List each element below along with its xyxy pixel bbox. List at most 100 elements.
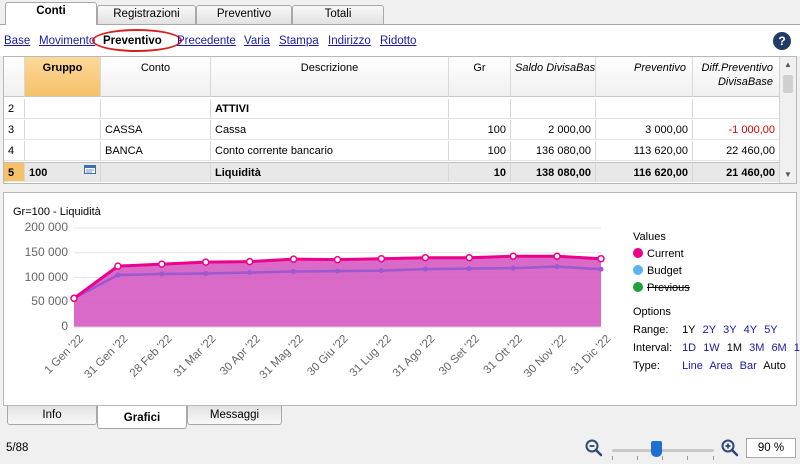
tab-registrazioni[interactable]: Registrazioni (97, 5, 196, 24)
type-option-auto[interactable]: Auto (763, 360, 786, 372)
cell-conto[interactable]: BANCA (101, 141, 211, 161)
data-point-current (377, 254, 386, 263)
scroll-down-icon[interactable]: ▼ (780, 167, 796, 183)
col-header-descrizione[interactable]: Descrizione (211, 57, 449, 97)
col-header-gruppo[interactable]: Gruppo (25, 57, 101, 97)
interval-option-1y[interactable]: 1Y (794, 342, 800, 354)
view-link-indirizzo[interactable]: Indirizzo (328, 35, 371, 47)
cell-saldo[interactable]: 2 000,00 (511, 120, 596, 140)
cell-gruppo[interactable] (25, 99, 101, 119)
tab-info[interactable]: Info (7, 406, 97, 425)
range-label: Range: (633, 324, 669, 336)
cell-descrizione[interactable]: Cassa (211, 120, 449, 140)
cell-diff[interactable] (693, 99, 780, 119)
data-point-budget (554, 264, 560, 270)
data-point-current (553, 252, 561, 260)
type-option-bar[interactable]: Bar (740, 360, 757, 372)
interval-option-3m[interactable]: 3M (749, 342, 764, 354)
view-link-preventivo[interactable]: Preventivo (103, 35, 162, 47)
view-link-ridotto[interactable]: Ridotto (380, 35, 416, 47)
cell-diff[interactable]: 22 460,00 (693, 141, 780, 161)
table-header: Gruppo Conto Descrizione Gr Saldo Divisa… (4, 57, 780, 97)
cell-descrizione[interactable]: Conto corrente bancario (211, 141, 449, 161)
tab-grafici[interactable]: Grafici (97, 406, 187, 429)
col-header-conto[interactable]: Conto (101, 57, 211, 97)
view-link-varia[interactable]: Varia (244, 35, 270, 47)
cell-conto[interactable] (101, 99, 211, 119)
range-option-2y[interactable]: 2Y (703, 324, 716, 336)
type-option-area[interactable]: Area (709, 360, 732, 372)
cell-conto[interactable] (101, 162, 211, 182)
cell-preventivo[interactable] (596, 99, 693, 119)
zoom-slider-track[interactable] (612, 449, 714, 460)
interval-option-1m[interactable]: 1M (727, 342, 742, 354)
cell-descrizione[interactable]: Liquidità (211, 162, 449, 182)
legend-item-budget[interactable]: Budget (633, 265, 682, 277)
chart-panel: Gr=100 - Liquidità 0 50 000 100 000 150 000… (3, 192, 800, 406)
range-option-5y[interactable]: 5Y (764, 324, 777, 336)
legend-item-previous[interactable]: Previous (633, 282, 690, 294)
type-option-line[interactable]: Line (682, 360, 703, 372)
view-link-stampa[interactable]: Stampa (279, 35, 319, 47)
cell-gr[interactable] (449, 99, 511, 119)
cell-gruppo[interactable] (25, 141, 101, 161)
cell-diff[interactable]: 21 460,00 (693, 162, 780, 182)
range-option-1y[interactable]: 1Y (682, 324, 695, 336)
range-option-3y[interactable]: 3Y (723, 324, 736, 336)
tab-messaggi[interactable]: Messaggi (187, 406, 282, 425)
interval-option-6m[interactable]: 6M (771, 342, 786, 354)
record-position: 5/88 (6, 442, 29, 454)
data-point-budget (159, 271, 165, 277)
link-icon[interactable] (84, 165, 96, 174)
table-row[interactable]: 4 BANCA Conto corrente bancario 100 136 … (4, 141, 780, 161)
cell-saldo[interactable]: 138 080,00 (511, 162, 596, 182)
tab-totali[interactable]: Totali (292, 5, 384, 24)
data-point-budget (247, 270, 253, 276)
tab-conti[interactable]: Conti (5, 2, 97, 25)
table-row[interactable]: 2 ATTIVI (4, 99, 780, 119)
scroll-thumb[interactable] (783, 75, 793, 93)
cell-descrizione[interactable]: ATTIVI (211, 99, 449, 119)
col-header-saldo[interactable]: Saldo DivisaBase (511, 57, 596, 97)
col-header-preventivo[interactable]: Preventivo (596, 57, 693, 97)
data-point-budget (115, 272, 121, 278)
help-icon[interactable]: ? (773, 32, 791, 50)
zoom-in-icon[interactable] (721, 439, 739, 457)
col-header-diff[interactable]: Diff.Preventivo DivisaBase (693, 57, 780, 97)
view-link-precedente[interactable]: Precedente (177, 35, 236, 47)
interval-option-1d[interactable]: 1D (682, 342, 696, 354)
cell-preventivo[interactable]: 3 000,00 (596, 120, 693, 140)
table-row-total[interactable]: 5 100 Liquidità 10 138 080,00 116 620,00… (4, 162, 780, 182)
zoom-value-field[interactable]: 90 % (746, 438, 796, 458)
cell-gr[interactable]: 10 (449, 162, 511, 182)
legend-dot-previous (633, 282, 643, 292)
cell-gruppo[interactable]: 100 (25, 162, 101, 182)
view-link-base[interactable]: Base (4, 35, 30, 47)
cell-saldo[interactable]: 136 080,00 (511, 141, 596, 161)
data-point-budget (203, 271, 209, 277)
zoom-slider-thumb[interactable] (651, 441, 662, 457)
cell-diff[interactable]: -1 000,00 (693, 120, 780, 140)
cell-preventivo[interactable]: 116 620,00 (596, 162, 693, 182)
legend-item-current[interactable]: Current (633, 248, 684, 260)
col-header-diff-line2: DivisaBase (717, 76, 773, 88)
col-header-gr[interactable]: Gr (449, 57, 511, 97)
type-label: Type: (633, 360, 660, 372)
table-row[interactable]: 3 CASSA Cassa 100 2 000,00 3 000,00 -1 0… (4, 120, 780, 140)
cell-gruppo[interactable] (25, 120, 101, 140)
table-scrollbar[interactable]: ▲ ▼ (779, 57, 796, 183)
cell-gruppo-value: 100 (29, 167, 48, 179)
cell-saldo[interactable] (511, 99, 596, 119)
data-point-budget (466, 266, 472, 272)
zoom-out-icon[interactable] (585, 439, 603, 457)
cell-gr[interactable]: 100 (449, 141, 511, 161)
cell-conto[interactable]: CASSA (101, 120, 211, 140)
interval-option-1w[interactable]: 1W (703, 342, 720, 354)
cell-preventivo[interactable]: 113 620,00 (596, 141, 693, 161)
tab-preventivo[interactable]: Preventivo (196, 5, 292, 24)
data-point-current (333, 255, 342, 264)
scroll-up-icon[interactable]: ▲ (780, 57, 796, 73)
cell-gr[interactable]: 100 (449, 120, 511, 140)
view-link-movimento[interactable]: Movimento (39, 35, 95, 47)
range-option-4y[interactable]: 4Y (744, 324, 757, 336)
